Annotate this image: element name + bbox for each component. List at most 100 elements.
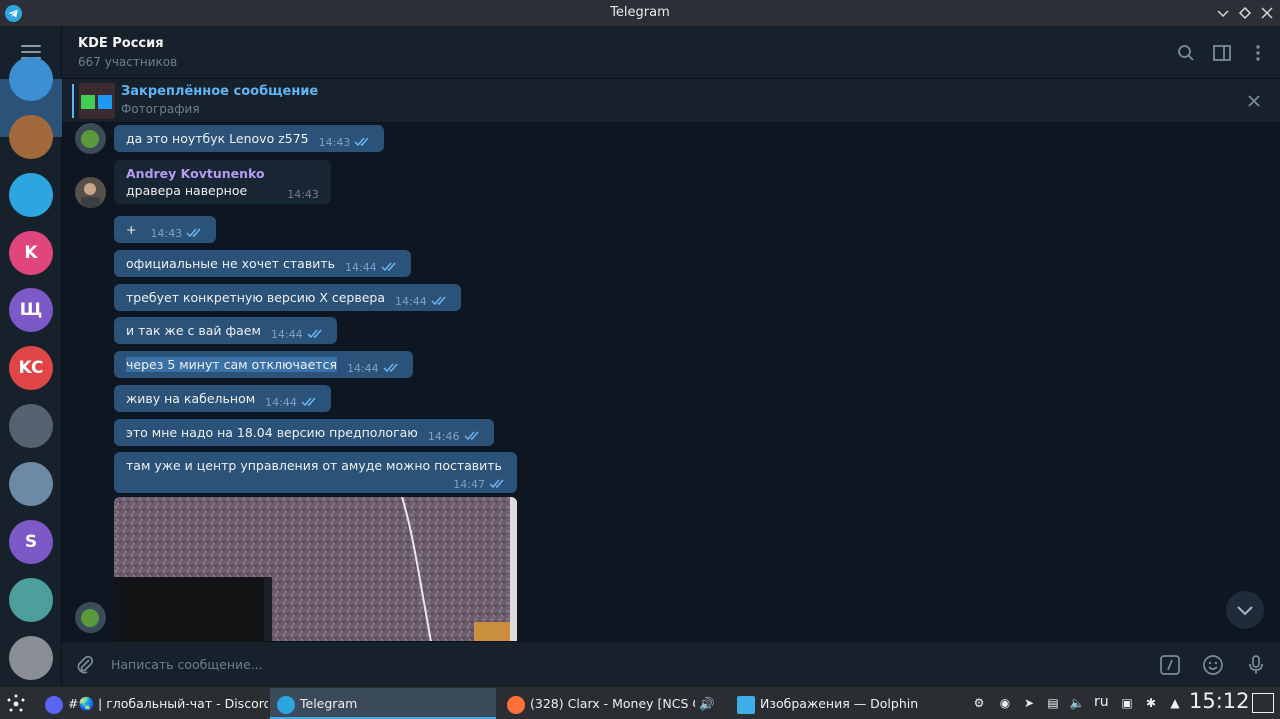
chat-avatar[interactable] bbox=[9, 636, 53, 680]
chat-avatar[interactable] bbox=[9, 173, 53, 217]
firefox-icon bbox=[507, 695, 525, 714]
message-time: 14:46 bbox=[427, 430, 460, 443]
message-time: 14:43 bbox=[150, 227, 183, 240]
message-text: + bbox=[126, 222, 137, 237]
telegram-tray-icon[interactable]: ➤ bbox=[1020, 694, 1038, 712]
task-telegram[interactable]: Telegram bbox=[270, 688, 496, 719]
read-checkmarks-icon bbox=[464, 429, 482, 441]
message-time: 14:44 bbox=[265, 396, 297, 409]
pinned-title: Закреплённое сообщение bbox=[121, 84, 319, 99]
tray-expand-icon[interactable]: ▲ bbox=[1166, 694, 1184, 712]
audio-playing-icon[interactable]: 🔊 bbox=[699, 696, 715, 711]
message-composer bbox=[62, 641, 1280, 686]
message-text: требует конкретную версию X сервера bbox=[126, 290, 386, 305]
network-icon[interactable]: ▣ bbox=[1118, 694, 1136, 712]
message-bubble[interactable]: живу на кабельном 14:44 bbox=[114, 385, 331, 412]
clipboard-icon[interactable]: ▤ bbox=[1044, 694, 1062, 712]
maximize-button[interactable] bbox=[1236, 4, 1254, 22]
discord-tray-icon[interactable]: ◉ bbox=[996, 694, 1014, 712]
microphone-icon[interactable] bbox=[1245, 654, 1267, 676]
message-text: живу на кабельном bbox=[126, 391, 256, 406]
task-label: Telegram bbox=[300, 696, 358, 711]
chat-avatar[interactable] bbox=[9, 57, 53, 101]
search-icon[interactable] bbox=[1176, 43, 1196, 63]
message-bubble[interactable]: требует конкретную версию X сервера 14:44 bbox=[114, 284, 461, 311]
chat-avatar[interactable]: K bbox=[9, 231, 53, 275]
chat-avatar[interactable] bbox=[9, 115, 53, 159]
read-checkmarks-icon bbox=[307, 327, 325, 339]
message-time: 14:44 bbox=[344, 261, 377, 274]
minimize-button[interactable] bbox=[1214, 4, 1232, 22]
message-input[interactable] bbox=[111, 653, 1011, 675]
read-checkmarks-icon bbox=[354, 135, 372, 147]
read-checkmarks-icon bbox=[186, 226, 204, 238]
system-taskbar: #🌏 | глобальный-чат - Discord Telegram (… bbox=[0, 686, 1280, 719]
message-bubble[interactable]: и так же с вай фаем 14:44 bbox=[114, 317, 337, 344]
message-time: 14:47 bbox=[453, 478, 485, 491]
bot-commands-icon[interactable] bbox=[1159, 654, 1181, 676]
chat-avatar-letter: K bbox=[24, 243, 38, 263]
application-launcher-icon[interactable] bbox=[4, 688, 28, 719]
chat-title[interactable]: KDE Россия bbox=[78, 36, 164, 51]
chat-avatar-letter: KC bbox=[18, 358, 44, 378]
message-text: и так же с вай фаем bbox=[126, 323, 261, 338]
sender-name[interactable]: Andrey Kovtunenko bbox=[126, 166, 319, 181]
read-checkmarks-icon bbox=[383, 361, 401, 373]
message-bubble[interactable]: через 5 минут сам отключается 14:44 bbox=[114, 351, 413, 378]
task-firefox[interactable]: (328) Clarx - Money [NCS O... 🔊 bbox=[500, 688, 728, 719]
close-window-button[interactable] bbox=[1258, 4, 1276, 22]
task-label: Изображения — Dolphin bbox=[760, 696, 919, 711]
chat-avatar[interactable] bbox=[9, 404, 53, 448]
message-bubble[interactable]: да это ноутбук Lenovo z575 14:43 bbox=[114, 125, 385, 152]
sender-avatar[interactable] bbox=[75, 602, 106, 633]
task-dolphin[interactable]: Изображения — Dolphin bbox=[730, 688, 960, 719]
member-count: 667 участников bbox=[78, 55, 178, 69]
message-time: 14:44 bbox=[270, 328, 303, 341]
close-pinned-icon[interactable] bbox=[1244, 91, 1264, 111]
clock[interactable]: 15:12 bbox=[1189, 689, 1250, 713]
message-bubble[interactable]: +14:43 bbox=[114, 216, 217, 243]
chat-avatar-letter: S bbox=[24, 532, 38, 552]
message-time: 14:44 bbox=[395, 295, 427, 308]
keyboard-layout[interactable]: ru bbox=[1094, 694, 1109, 710]
bluetooth-icon[interactable]: ✱ bbox=[1142, 694, 1160, 712]
message-bubble[interactable]: Andrey Kovtunenko дравера наверное 14:43 bbox=[114, 160, 331, 204]
read-checkmarks-icon bbox=[431, 294, 449, 306]
show-desktop-icon[interactable] bbox=[1252, 693, 1274, 713]
message-bubble[interactable]: официальные не хочет ставить 14:44 bbox=[114, 250, 411, 277]
task-discord[interactable]: #🌏 | глобальный-чат - Discord bbox=[38, 688, 268, 719]
pinned-accent-bar bbox=[72, 84, 74, 118]
kde-connect-icon[interactable]: ⚙ bbox=[970, 694, 988, 712]
photo-message[interactable] bbox=[114, 497, 517, 641]
scroll-to-bottom-button[interactable] bbox=[1226, 591, 1264, 629]
message-area: да это ноутбук Lenovo z575 14:43 Andrey K… bbox=[62, 123, 1280, 641]
pinned-message-bar[interactable]: Закреплённое сообщение Фотография bbox=[62, 79, 1280, 123]
more-options-icon[interactable] bbox=[1248, 43, 1268, 63]
read-checkmarks-icon bbox=[301, 395, 319, 407]
chat-avatar[interactable] bbox=[9, 578, 53, 622]
chat-list-sidebar: K Щ KC S bbox=[0, 27, 62, 686]
emoji-icon[interactable] bbox=[1202, 654, 1224, 676]
chat-avatar[interactable]: S bbox=[9, 520, 53, 564]
message-time: 14:43 bbox=[318, 136, 351, 149]
message-text: через 5 минут сам отключается bbox=[126, 357, 337, 372]
task-label: #🌏 | глобальный-чат - Discord bbox=[68, 696, 268, 711]
sender-avatar[interactable] bbox=[75, 177, 106, 208]
sender-avatar[interactable] bbox=[75, 123, 106, 154]
pinned-subtitle: Фотография bbox=[121, 102, 200, 116]
message-text: дравера наверное bbox=[126, 183, 248, 198]
window-titlebar: Telegram bbox=[0, 0, 1280, 27]
message-time: 14:43 bbox=[287, 188, 319, 201]
attach-icon[interactable] bbox=[74, 654, 96, 676]
message-bubble[interactable]: там уже и центр управления от амуде можн… bbox=[114, 452, 517, 493]
volume-icon[interactable]: 🔈 bbox=[1068, 694, 1086, 712]
chat-avatar[interactable]: Щ bbox=[9, 288, 53, 332]
message-bubble[interactable]: это мне надо на 18.04 версию предпологаю… bbox=[114, 419, 494, 446]
chat-avatar[interactable] bbox=[9, 462, 53, 506]
message-text: да это ноутбук Lenovo z575 bbox=[126, 131, 309, 146]
task-label: (328) Clarx - Money [NCS O... bbox=[530, 696, 695, 711]
chat-avatar[interactable]: KC bbox=[9, 346, 53, 390]
window-title: Telegram bbox=[610, 5, 670, 20]
sidebar-toggle-icon[interactable] bbox=[1212, 43, 1232, 63]
read-checkmarks-icon bbox=[489, 477, 507, 489]
